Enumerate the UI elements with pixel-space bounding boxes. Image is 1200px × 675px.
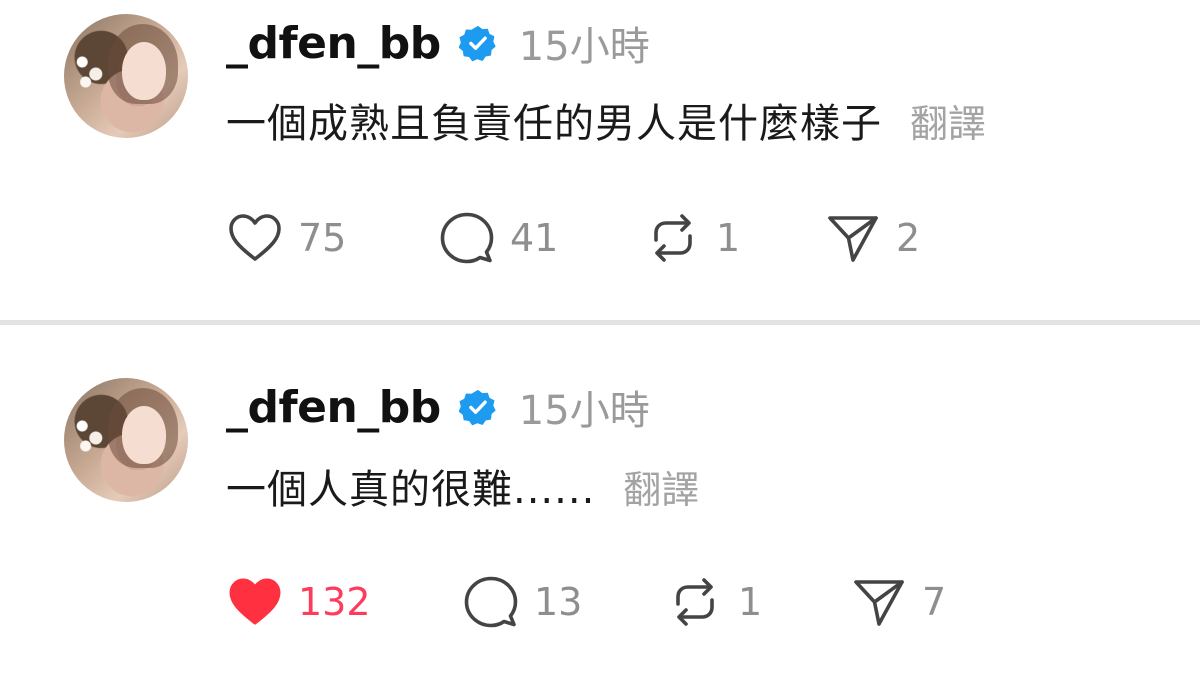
translate-link[interactable]: 翻譯 — [910, 93, 986, 148]
share-count: 2 — [896, 216, 921, 260]
repost-button[interactable]: 1 — [644, 208, 740, 268]
post-header: _dfen_bb 15小時 — [226, 378, 650, 436]
comment-button[interactable]: 41 — [438, 208, 558, 268]
like-button[interactable]: 132 — [226, 572, 371, 632]
send-icon — [828, 216, 878, 262]
share-count: 7 — [922, 580, 947, 624]
comment-button[interactable]: 13 — [462, 572, 582, 632]
thread-post: _dfen_bb 15小時 一個人真的很難...... 翻譯 132 13 1 … — [0, 362, 1200, 662]
post-text: 一個成熟且負責任的男人是什麼樣子 — [226, 101, 882, 147]
share-button[interactable]: 7 — [850, 572, 946, 632]
repost-count: 1 — [716, 216, 741, 260]
post-divider — [0, 320, 1200, 325]
like-count: 132 — [298, 580, 371, 624]
repost-icon — [654, 214, 692, 262]
send-icon — [854, 580, 904, 626]
thread-post: _dfen_bb 15小時 一個成熟且負責任的男人是什麼樣子 翻譯 75 41 — [0, 0, 1200, 300]
verified-badge-icon — [458, 25, 496, 62]
comment-count: 13 — [534, 580, 583, 624]
repost-count: 1 — [738, 580, 763, 624]
verified-badge-icon — [458, 389, 496, 426]
action-bar: 132 13 1 7 — [226, 572, 1126, 632]
comment-bubble-icon — [440, 212, 494, 264]
avatar[interactable] — [64, 14, 188, 138]
heart-icon — [229, 214, 281, 261]
comment-count: 41 — [510, 216, 559, 260]
like-button[interactable]: 75 — [226, 208, 346, 268]
like-count: 75 — [298, 216, 347, 260]
post-text: 一個人真的很難...... — [226, 467, 596, 513]
repost-button[interactable]: 1 — [666, 572, 762, 632]
username[interactable]: _dfen_bb — [226, 18, 441, 69]
post-body: 一個人真的很難...... 翻譯 — [226, 456, 699, 516]
avatar[interactable] — [64, 378, 188, 502]
post-header: _dfen_bb 15小時 — [226, 14, 650, 72]
post-time: 15小時 — [518, 24, 650, 70]
share-button[interactable]: 2 — [824, 208, 920, 268]
post-body: 一個成熟且負責任的男人是什麼樣子 翻譯 — [226, 90, 986, 150]
repost-icon — [676, 578, 714, 626]
heart-icon — [229, 578, 281, 625]
translate-link[interactable]: 翻譯 — [623, 459, 699, 514]
post-time: 15小時 — [518, 388, 650, 434]
username[interactable]: _dfen_bb — [226, 382, 441, 433]
comment-bubble-icon — [464, 576, 518, 628]
action-bar: 75 41 1 2 — [226, 208, 1126, 268]
